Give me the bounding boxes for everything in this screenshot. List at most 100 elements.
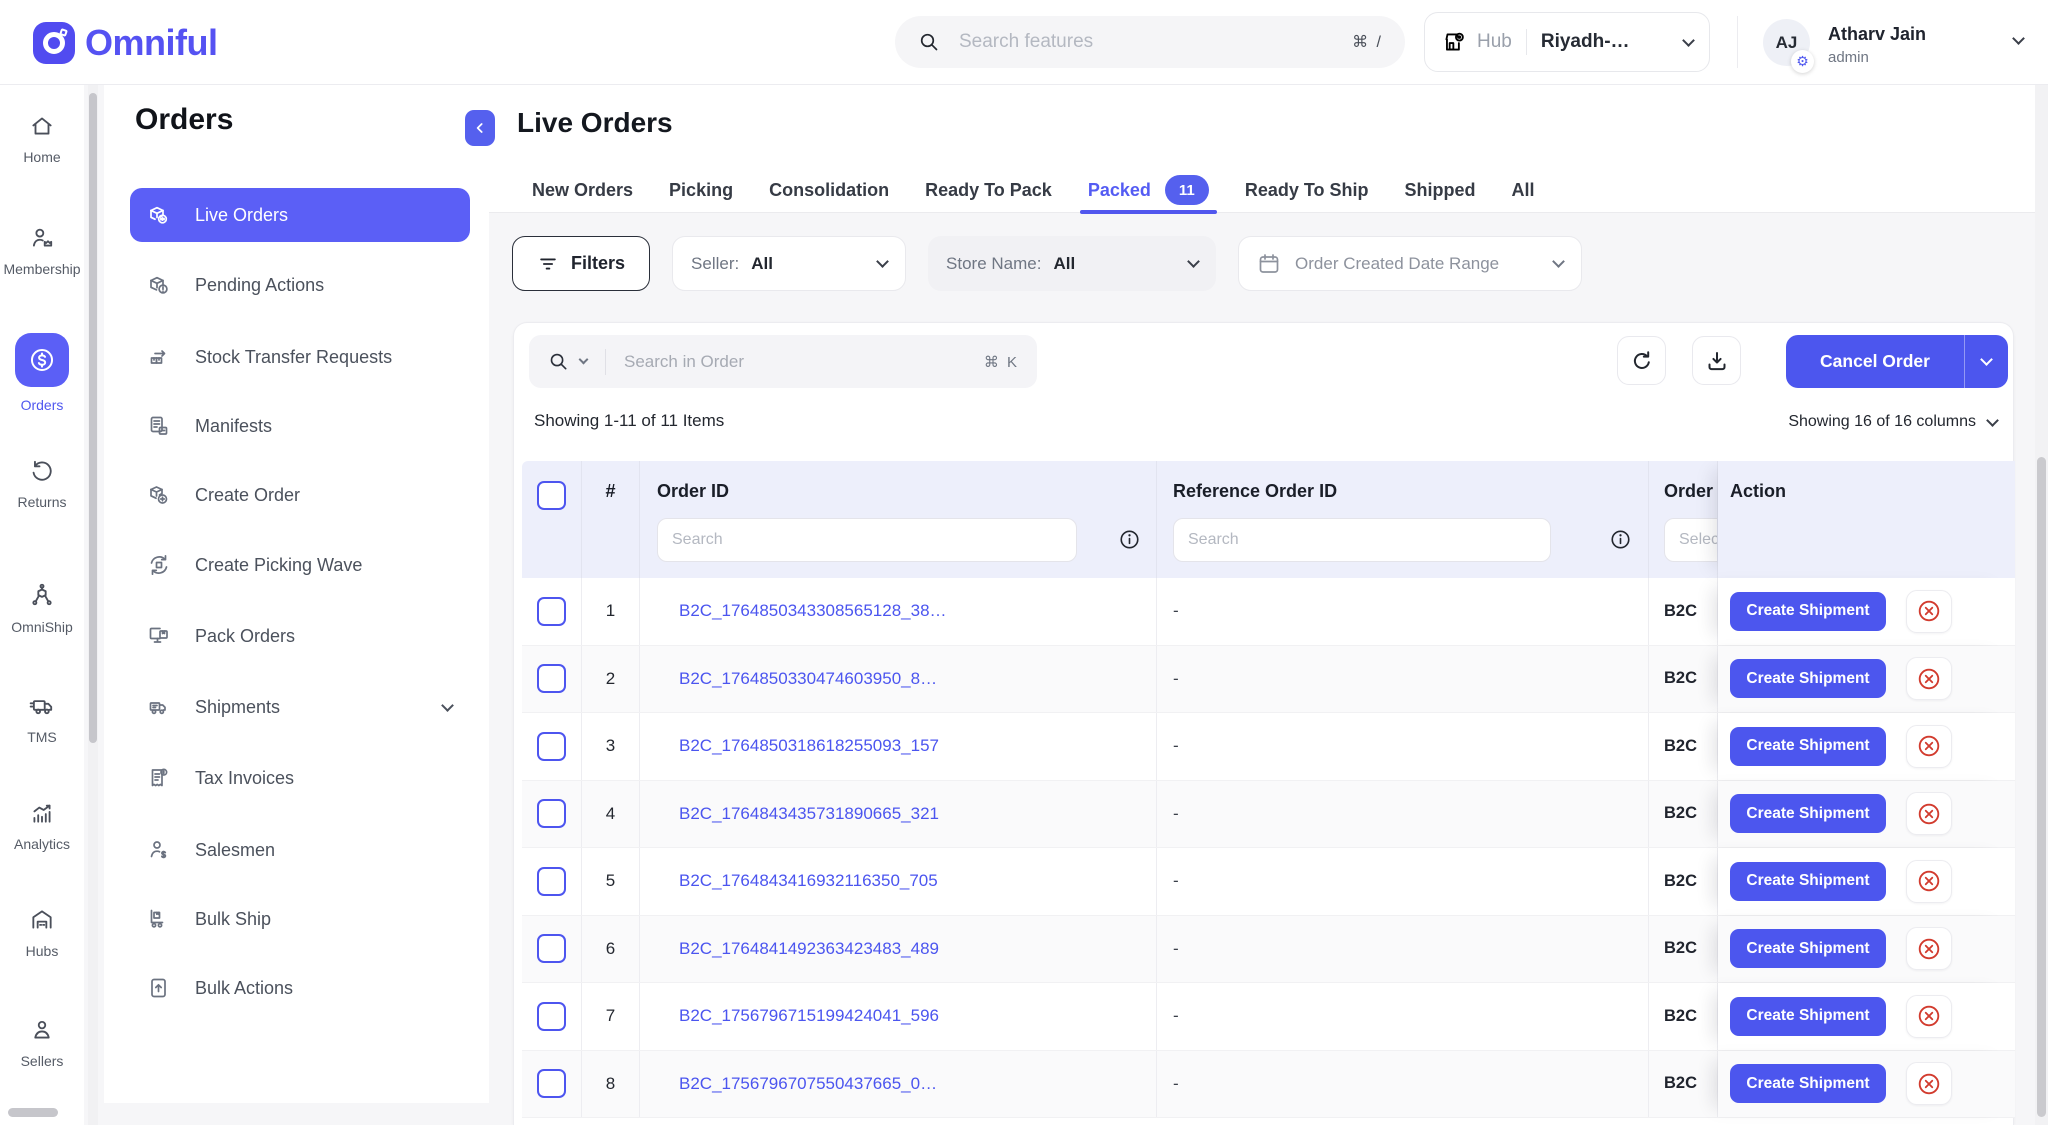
order-id-link[interactable]: B2C_1764850318618255093_157 xyxy=(679,736,939,756)
create-shipment-button[interactable]: Create Shipment xyxy=(1730,727,1886,766)
row-checkbox[interactable] xyxy=(537,732,566,761)
rail-item-membership[interactable]: Membership xyxy=(0,225,84,277)
cancel-row-button[interactable] xyxy=(1906,657,1952,700)
reference-search-input[interactable] xyxy=(1173,518,1551,562)
info-icon[interactable] xyxy=(1609,528,1632,551)
sidebar-item-create-picking-wave[interactable]: Create Picking Wave xyxy=(130,538,470,592)
rail-item-analytics[interactable]: Analytics xyxy=(0,800,84,852)
tab-ready-to-pack[interactable]: Ready To Pack xyxy=(925,167,1052,213)
sidebar-item-pack-orders[interactable]: Pack Orders xyxy=(130,609,470,663)
divider xyxy=(1737,16,1738,68)
sidebar-item-tax-invoices[interactable]: Tax Invoices xyxy=(130,751,470,805)
cancel-row-button[interactable] xyxy=(1906,927,1952,970)
cancel-row-button[interactable] xyxy=(1906,1062,1952,1105)
hub-selector[interactable]: Hub Riyadh-… xyxy=(1424,12,1710,72)
page-scrollbar[interactable] xyxy=(2035,85,2048,1125)
tab-shipped[interactable]: Shipped xyxy=(1405,167,1476,213)
order-id-link[interactable]: B2C_1764843416932116350_705 xyxy=(679,871,938,891)
seller-dropdown[interactable]: Seller: All xyxy=(672,236,906,291)
create-shipment-button[interactable]: Create Shipment xyxy=(1730,794,1886,833)
row-checkbox[interactable] xyxy=(537,799,566,828)
sidebar-item-bulk-ship[interactable]: Bulk Ship xyxy=(130,892,470,946)
rail-item-sellers[interactable]: Sellers xyxy=(0,1017,84,1069)
status-tabs: New Orders Picking Consolidation Ready T… xyxy=(532,167,1535,213)
order-search-input[interactable] xyxy=(622,351,984,373)
brand-logo[interactable]: Omniful xyxy=(33,22,217,64)
row-checkbox[interactable] xyxy=(537,1002,566,1031)
tab-ready-to-ship[interactable]: Ready To Ship xyxy=(1245,167,1369,213)
sidebar-item-manifests[interactable]: Manifests xyxy=(130,399,470,453)
horizontal-scrollbar-thumb[interactable] xyxy=(8,1108,58,1117)
sidebar-item-pending-actions[interactable]: Pending Actions xyxy=(130,258,470,312)
order-id-link[interactable]: B2C_1756796707550437665_0… xyxy=(679,1074,937,1094)
order-id-link[interactable]: B2C_1764843435731890665_321 xyxy=(679,804,939,824)
cancel-row-button[interactable] xyxy=(1906,590,1952,633)
sidebar-item-salesmen[interactable]: Salesmen xyxy=(130,823,470,877)
order-id-link[interactable]: B2C_1756796715199424041_596 xyxy=(679,1006,939,1026)
tab-consolidation[interactable]: Consolidation xyxy=(769,167,889,213)
order-type-select[interactable] xyxy=(1664,518,1718,562)
row-checkbox[interactable] xyxy=(537,1069,566,1098)
create-shipment-button[interactable]: Create Shipment xyxy=(1730,1064,1886,1103)
settings-gear-icon[interactable]: ⚙ xyxy=(1791,50,1814,73)
rail-scrollbar-thumb[interactable] xyxy=(89,93,97,743)
create-shipment-button[interactable]: Create Shipment xyxy=(1730,592,1886,631)
row-checkbox[interactable] xyxy=(537,867,566,896)
rail-item-returns[interactable]: Returns xyxy=(0,458,84,510)
order-search[interactable]: ⌘ K xyxy=(529,335,1037,388)
rail-item-tms[interactable]: TMS xyxy=(0,693,84,745)
sidebar-item-shipments[interactable]: Shipments xyxy=(130,680,470,734)
global-search[interactable]: ⌘ / xyxy=(895,16,1405,68)
rail-item-hubs[interactable]: Hubs xyxy=(0,907,84,959)
cancel-row-button[interactable] xyxy=(1906,995,1952,1038)
sidebar-item-create-order[interactable]: Create Order xyxy=(130,468,470,522)
cancel-row-button[interactable] xyxy=(1906,860,1952,903)
header-reference-order-id: Reference Order ID xyxy=(1157,461,1649,578)
sidebar-collapse-button[interactable] xyxy=(465,110,495,146)
create-shipment-button[interactable]: Create Shipment xyxy=(1730,862,1886,901)
cancel-order-dropdown-button[interactable] xyxy=(1964,335,2008,388)
row-checkbox[interactable] xyxy=(537,664,566,693)
filters-button[interactable]: Filters xyxy=(512,236,650,291)
page-scrollbar-thumb[interactable] xyxy=(2037,457,2046,1117)
user-menu-chevron-icon[interactable] xyxy=(2012,32,2025,45)
cancel-row-button[interactable] xyxy=(1906,792,1952,835)
columns-info[interactable]: Showing 16 of 16 columns xyxy=(1788,413,1997,431)
tab-new-orders[interactable]: New Orders xyxy=(532,167,633,213)
sidebar-item-live-orders[interactable]: Live Orders xyxy=(130,188,470,242)
tax-invoices-icon xyxy=(147,766,171,790)
rail-scrollbar[interactable] xyxy=(88,85,98,1125)
search-scope-chevron-icon[interactable] xyxy=(579,355,589,365)
date-range-picker[interactable]: Order Created Date Range xyxy=(1238,236,1582,291)
store-name-dropdown[interactable]: Store Name: All xyxy=(928,236,1216,291)
sidebar-item-bulk-actions[interactable]: Bulk Actions xyxy=(130,961,470,1015)
info-icon[interactable] xyxy=(1118,528,1141,551)
rail-item-home[interactable]: Home xyxy=(0,113,84,165)
rail-item-orders[interactable]: Orders xyxy=(0,333,84,413)
select-all-checkbox[interactable] xyxy=(537,481,566,510)
table-header: # Order ID Reference Order ID xyxy=(522,461,2015,578)
create-shipment-button[interactable]: Create Shipment xyxy=(1730,659,1886,698)
order-id-search-input[interactable] xyxy=(657,518,1077,562)
rail-item-omniship[interactable]: OmniShip xyxy=(0,583,84,635)
create-shipment-button[interactable]: Create Shipment xyxy=(1730,997,1886,1036)
cancel-circle-icon xyxy=(1916,1071,1942,1097)
header-order-id: Order ID xyxy=(640,461,1157,578)
sidebar-item-stock-transfer-requests[interactable]: Stock Transfer Requests xyxy=(130,330,470,384)
create-shipment-button[interactable]: Create Shipment xyxy=(1730,929,1886,968)
row-checkbox[interactable] xyxy=(537,597,566,626)
tab-packed[interactable]: Packed11 xyxy=(1088,167,1209,213)
cancel-order-button[interactable]: Cancel Order xyxy=(1786,335,1964,388)
refresh-button[interactable] xyxy=(1617,336,1666,385)
order-id-link[interactable]: B2C_1764850343308565128_38… xyxy=(679,601,947,621)
cancel-row-button[interactable] xyxy=(1906,725,1952,768)
row-checkbox[interactable] xyxy=(537,934,566,963)
tab-all[interactable]: All xyxy=(1512,167,1535,213)
global-search-input[interactable] xyxy=(957,30,1352,54)
order-id-link[interactable]: B2C_1764850330474603950_8… xyxy=(679,669,937,689)
order-id-link[interactable]: B2C_1764841492363423483_489 xyxy=(679,939,939,959)
tab-picking[interactable]: Picking xyxy=(669,167,733,213)
cancel-circle-icon xyxy=(1916,1003,1942,1029)
packed-count-badge: 11 xyxy=(1165,175,1209,205)
download-button[interactable] xyxy=(1692,336,1741,385)
